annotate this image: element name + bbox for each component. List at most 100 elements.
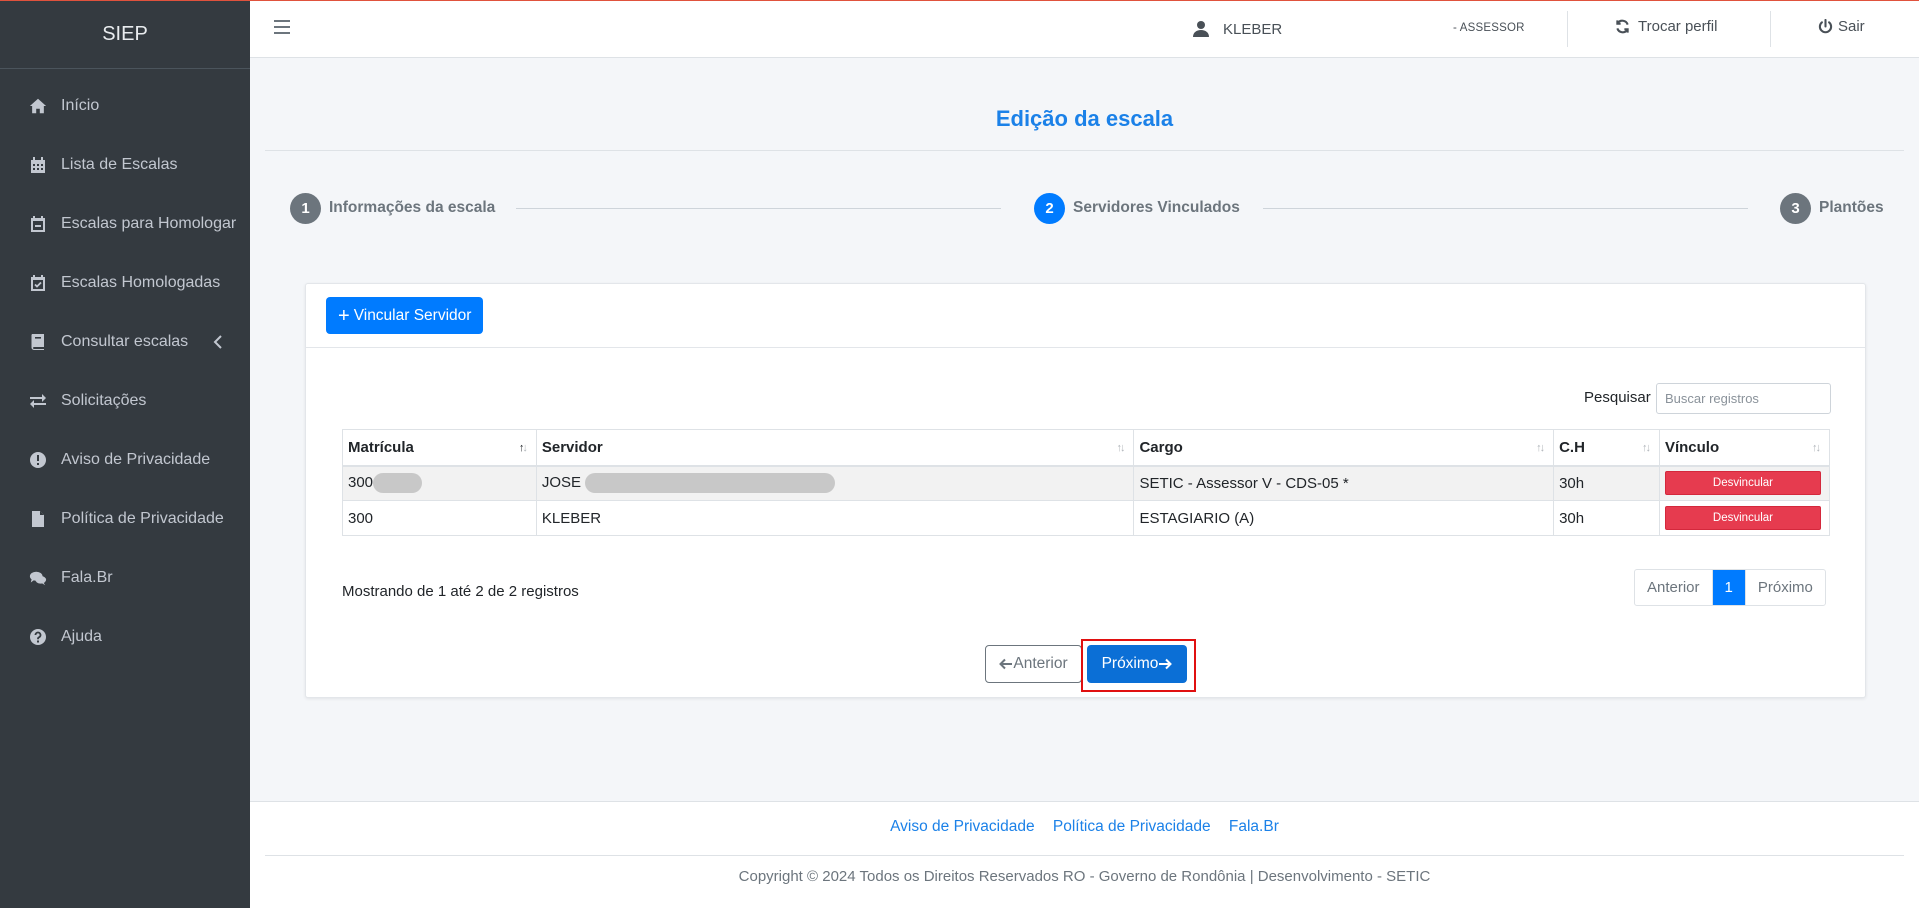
pagination: Anterior 1 Próximo xyxy=(1634,569,1826,606)
book-icon xyxy=(27,331,49,353)
user-icon xyxy=(1193,21,1209,37)
calendar-minus-icon xyxy=(27,213,49,235)
servers-table: Matrícula ↑↓ Servidor ↑↓ Cargo ↑↓ C.H ↑↓ Vín… xyxy=(342,429,1831,536)
footer: Aviso de Privacidade Política de Privaci… xyxy=(250,801,1919,908)
sort-icon: ↑↓ xyxy=(1116,442,1125,454)
sidebar-item-ajuda[interactable]: Ajuda xyxy=(0,607,250,666)
table-info: Mostrando de 1 até 2 de 2 registros xyxy=(342,583,579,600)
step-connector xyxy=(516,208,1001,209)
sort-icon: ↑↓ xyxy=(1536,442,1545,454)
sidebar-nav: Início Lista de Escalas Escalas para Hom… xyxy=(0,69,250,666)
top-header: KLEBER - ASSESSOR Trocar perfil Sair xyxy=(250,1,1919,58)
previous-step-label: Anterior xyxy=(1013,655,1068,672)
sidebar-item-escalas-homologadas[interactable]: Escalas Homologadas xyxy=(0,253,250,312)
table-row: 300 KLEBER ESTAGIARIO (A) 30h Desvincula… xyxy=(342,500,1831,536)
add-server-label: Vincular Servidor xyxy=(353,306,472,324)
step-plantoes[interactable]: 3 Plantões xyxy=(1780,192,1884,224)
comments-icon xyxy=(27,567,49,589)
sync-icon xyxy=(1616,19,1629,34)
calendar-check-icon xyxy=(27,272,49,294)
stepper: 1 Informações da escala 2 Servidores Vin… xyxy=(290,192,1884,224)
step-number: 1 xyxy=(290,192,321,224)
footer-link-fala-br[interactable]: Fala.Br xyxy=(1229,818,1279,835)
exchange-icon xyxy=(27,390,49,412)
user-name: KLEBER xyxy=(1223,20,1283,38)
title-divider xyxy=(265,150,1904,151)
unlink-button[interactable]: Desvincular xyxy=(1664,506,1821,530)
exclamation-circle-icon xyxy=(27,449,49,471)
logout-button[interactable]: Sair xyxy=(1818,18,1865,35)
search-label: Pesquisar xyxy=(1584,389,1651,406)
sidebar-item-consultar-escalas[interactable]: Consultar escalas xyxy=(0,312,250,371)
footer-link-politica[interactable]: Política de Privacidade xyxy=(1053,818,1211,835)
step-informacoes[interactable]: 1 Informações da escala xyxy=(290,192,495,224)
sidebar-item-fala-br[interactable]: Fala.Br xyxy=(0,548,250,607)
column-header-servidor[interactable]: Servidor ↑↓ xyxy=(535,429,1135,467)
logout-label: Sair xyxy=(1838,18,1865,35)
step-label: Servidores Vinculados xyxy=(1073,199,1240,216)
column-header-ch[interactable]: C.H ↑↓ xyxy=(1553,429,1660,467)
cell-servidor: KLEBER xyxy=(535,500,1135,536)
footer-divider xyxy=(265,855,1904,856)
sort-asc-icon: ↑↓ xyxy=(518,442,528,454)
header-divider xyxy=(1770,11,1771,47)
switch-profile-label: Trocar perfil xyxy=(1638,18,1718,35)
sidebar-item-escalas-homologar[interactable]: Escalas para Homologar xyxy=(0,194,250,253)
cell-matricula: 300 xyxy=(342,500,537,536)
cell-ch: 30h xyxy=(1553,465,1660,501)
pagination-prev[interactable]: Anterior xyxy=(1635,570,1713,605)
sidebar-item-label: Solicitações xyxy=(61,391,147,409)
hamburger-menu-icon[interactable] xyxy=(274,20,290,36)
pagination-page[interactable]: 1 xyxy=(1712,570,1746,605)
step-label: Informações da escala xyxy=(329,199,496,216)
table-row: 300 JOSE SETIC - Assessor V - CDS-05 * 3… xyxy=(342,465,1831,501)
brand-logo[interactable]: SIEP xyxy=(0,0,250,69)
footer-link-aviso[interactable]: Aviso de Privacidade xyxy=(890,818,1034,835)
unlink-button[interactable]: Desvincular xyxy=(1664,471,1821,496)
sidebar-item-label: Lista de Escalas xyxy=(61,155,178,173)
redacted-block xyxy=(585,473,836,494)
pagination-next[interactable]: Próximo xyxy=(1746,570,1825,605)
sidebar-item-label: Fala.Br xyxy=(61,568,113,586)
sidebar-item-label: Escalas para Homologar xyxy=(61,214,237,232)
file-icon xyxy=(27,508,49,530)
redacted-block xyxy=(373,473,423,494)
column-header-vinculo[interactable]: Vínculo ↑↓ xyxy=(1658,429,1831,467)
step-label: Plantões xyxy=(1819,199,1884,216)
sort-icon: ↑↓ xyxy=(1812,442,1821,454)
sidebar-item-solicitacoes[interactable]: Solicitações xyxy=(0,371,250,430)
power-icon xyxy=(1818,19,1833,34)
step-servidores[interactable]: 2 Servidores Vinculados xyxy=(1034,192,1240,224)
sidebar-item-label: Ajuda xyxy=(61,627,102,645)
sidebar-item-inicio[interactable]: Início xyxy=(0,76,250,135)
top-accent-line xyxy=(0,0,1919,1)
cell-vinculo: Desvincular xyxy=(1658,500,1831,536)
search-input[interactable] xyxy=(1656,383,1831,414)
cell-cargo: ESTAGIARIO (A) xyxy=(1133,500,1555,536)
user-info: KLEBER xyxy=(1193,18,1282,40)
add-server-button[interactable]: + Vincular Servidor xyxy=(326,297,484,334)
switch-profile-button[interactable]: Trocar perfil xyxy=(1615,18,1717,35)
chevron-left-icon[interactable] xyxy=(212,334,224,350)
cell-cargo: SETIC - Assessor V - CDS-05 * xyxy=(1133,465,1555,501)
sort-icon: ↑↓ xyxy=(1641,442,1651,454)
column-header-matricula[interactable]: Matrícula ↑↓ xyxy=(342,429,537,467)
column-header-cargo[interactable]: Cargo ↑↓ xyxy=(1133,429,1555,467)
plus-icon: + xyxy=(338,304,350,327)
sidebar-item-label: Escalas Homologadas xyxy=(61,273,221,291)
step-number: 2 xyxy=(1034,192,1065,224)
sidebar-item-politica-privacidade[interactable]: Política de Privacidade xyxy=(0,489,250,548)
sidebar-item-lista-escalas[interactable]: Lista de Escalas xyxy=(0,135,250,194)
page-title: Edição da escala xyxy=(995,106,1174,131)
arrow-left-icon xyxy=(999,658,1013,670)
user-role: - ASSESSOR xyxy=(1453,22,1525,34)
sidebar-item-label: Aviso de Privacidade xyxy=(61,450,211,468)
previous-step-button[interactable]: Anterior xyxy=(985,645,1082,683)
sidebar-item-label: Política de Privacidade xyxy=(61,509,224,527)
calendar-icon xyxy=(27,154,49,176)
step-number: 3 xyxy=(1780,192,1811,224)
card-header: + Vincular Servidor xyxy=(306,284,1865,348)
sidebar: SIEP Início Lista de Escalas Escalas par… xyxy=(0,0,250,908)
sidebar-item-aviso-privacidade[interactable]: Aviso de Privacidade xyxy=(0,430,250,489)
cell-servidor: JOSE xyxy=(535,465,1135,501)
